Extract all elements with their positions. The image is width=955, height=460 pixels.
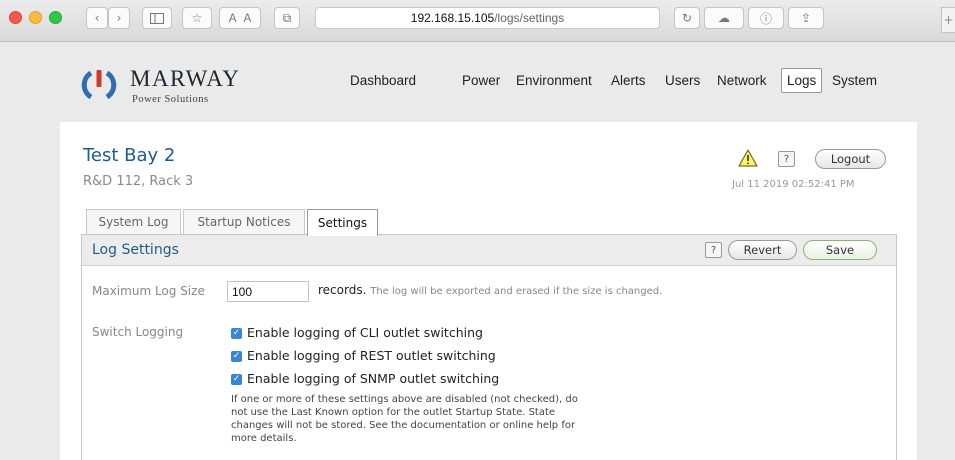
back-button[interactable]: ‹: [86, 7, 108, 29]
info-button[interactable]: ⓘ: [748, 7, 784, 29]
records-label: records.: [318, 283, 367, 297]
zoom-window-button[interactable]: [49, 11, 62, 24]
reload-icon: ↻: [681, 11, 693, 25]
nav-network[interactable]: Network: [717, 73, 767, 88]
max-log-size-input[interactable]: [227, 281, 309, 302]
browser-toolbar: ‹ › ☆ A A ⧉ 192.168.15.105/logs/settings…: [0, 0, 955, 42]
info-icon: ⓘ: [759, 11, 772, 26]
snmp-logging-label[interactable]: Enable logging of SNMP outlet switching: [247, 371, 499, 386]
nav-dashboard[interactable]: Dashboard: [350, 73, 416, 88]
share-button[interactable]: ⇪: [788, 7, 824, 29]
tab-settings[interactable]: Settings: [307, 209, 378, 236]
records-text: records. The log will be exported and er…: [318, 283, 662, 297]
sidebar-icon: [150, 12, 164, 24]
new-tab-button[interactable]: +: [941, 7, 955, 33]
share-icon: ⇪: [800, 11, 812, 25]
tab-startup-notices[interactable]: Startup Notices: [183, 209, 305, 234]
content-panel: Test Bay 2 R&D 112, Rack 3 ? Logout Jul …: [60, 122, 917, 460]
note-line: If one or more of these settings above a…: [231, 394, 578, 405]
cli-logging-checkbox[interactable]: ✓: [231, 328, 242, 339]
star-icon: ☆: [191, 11, 203, 25]
note-line: changes will not be stored. See the docu…: [231, 420, 576, 431]
chevron-right-icon: ›: [116, 11, 122, 25]
icloud-tabs-button[interactable]: ☁: [704, 7, 744, 29]
tab-system-log[interactable]: System Log: [86, 209, 181, 234]
cli-logging-label[interactable]: Enable logging of CLI outlet switching: [247, 325, 483, 340]
switch-logging-label: Switch Logging: [92, 325, 184, 339]
brand-name: MARWAY: [130, 66, 241, 91]
nav-system[interactable]: System: [832, 73, 877, 88]
rest-logging-checkbox[interactable]: ✓: [231, 351, 242, 362]
log-settings-title: Log Settings: [92, 242, 179, 258]
log-settings-box: Log Settings ? Revert Save Maximum Log S…: [81, 234, 897, 460]
snmp-logging-checkbox[interactable]: ✓: [231, 374, 242, 385]
tabs-icon: ⧉: [282, 10, 292, 25]
save-button[interactable]: Save: [803, 240, 877, 260]
max-log-size-label: Maximum Log Size: [92, 284, 205, 298]
note-line: more details.: [231, 433, 297, 444]
startup-state-note: If one or more of these settings above a…: [231, 393, 631, 445]
log-settings-help-button[interactable]: ?: [705, 242, 722, 258]
warning-icon[interactable]: [738, 149, 758, 167]
records-hint: The log will be exported and erased if t…: [370, 286, 663, 297]
url-path: /logs/settings: [494, 11, 565, 25]
address-bar[interactable]: 192.168.15.105/logs/settings: [315, 7, 660, 29]
help-button[interactable]: ?: [778, 151, 795, 167]
reload-button[interactable]: ↻: [674, 7, 700, 29]
log-settings-header: Log Settings ? Revert Save: [82, 235, 896, 266]
url-host: 192.168.15.105: [410, 11, 495, 25]
nav-alerts[interactable]: Alerts: [611, 73, 646, 88]
plus-icon: +: [943, 13, 954, 27]
cloud-icon: ☁: [718, 11, 730, 25]
nav-users[interactable]: Users: [665, 73, 700, 88]
brand-subtitle: Power Solutions: [132, 94, 209, 105]
site-header: MARWAY Power Solutions Dashboard Power E…: [60, 42, 917, 122]
revert-button[interactable]: Revert: [728, 240, 797, 260]
chevron-left-icon: ‹: [94, 11, 100, 25]
timestamp: Jul 11 2019 02:52:41 PM: [732, 179, 855, 190]
sidebar-button[interactable]: [142, 7, 172, 29]
close-window-button[interactable]: [9, 11, 22, 24]
minimize-window-button[interactable]: [29, 11, 42, 24]
tabs-overview-button[interactable]: ⧉: [274, 7, 300, 29]
text-size-button[interactable]: A A: [219, 7, 261, 29]
logout-button[interactable]: Logout: [815, 149, 886, 169]
device-name: Test Bay 2: [83, 145, 176, 166]
nav-logs[interactable]: Logs: [781, 68, 823, 93]
device-location: R&D 112, Rack 3: [83, 174, 194, 189]
marway-logo-icon: [81, 70, 117, 100]
rest-logging-label[interactable]: Enable logging of REST outlet switching: [247, 348, 496, 363]
forward-button[interactable]: ›: [108, 7, 130, 29]
bookmarks-button[interactable]: ☆: [182, 7, 212, 29]
nav-environment[interactable]: Environment: [516, 73, 592, 88]
nav-power[interactable]: Power: [462, 73, 500, 88]
text-size-icon: A A: [228, 11, 252, 25]
note-line: not use the Last Known option for the ou…: [231, 407, 556, 418]
